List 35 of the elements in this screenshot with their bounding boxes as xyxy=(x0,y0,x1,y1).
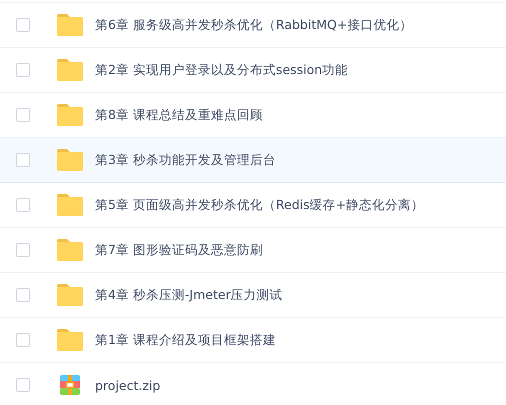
checkbox[interactable] xyxy=(16,288,30,302)
checkbox[interactable] xyxy=(16,153,30,167)
file-name[interactable]: project.zip xyxy=(95,378,160,392)
folder-icon xyxy=(57,239,83,261)
file-name[interactable]: 第8章 课程总结及重难点回顾 xyxy=(95,106,263,124)
checkbox[interactable] xyxy=(16,63,30,77)
file-row[interactable]: project.zip xyxy=(0,363,506,405)
folder-icon xyxy=(57,329,83,351)
file-row[interactable]: 第2章 实现用户登录以及分布式session功能 xyxy=(0,48,506,93)
file-row[interactable]: 第7章 图形验证码及恶意防刷 xyxy=(0,228,506,273)
checkbox[interactable] xyxy=(16,243,30,257)
file-name[interactable]: 第1章 课程介绍及项目框架搭建 xyxy=(95,332,276,348)
file-row[interactable]: 第5章 页面级高并发秒杀优化（Redis缓存+静态化分离） xyxy=(0,183,506,228)
checkbox[interactable] xyxy=(16,198,30,212)
folder-icon xyxy=(57,14,83,36)
folder-icon xyxy=(57,284,83,306)
file-name[interactable]: 第3章 秒杀功能开发及管理后台 xyxy=(95,152,276,168)
file-name[interactable]: 第2章 实现用户登录以及分布式session功能 xyxy=(95,62,348,78)
checkbox[interactable] xyxy=(16,108,30,122)
file-row[interactable]: 第4章 秒杀压测-Jmeter压力测试 xyxy=(0,273,506,318)
checkbox[interactable] xyxy=(16,378,30,392)
folder-icon xyxy=(57,104,83,126)
file-name[interactable]: 第7章 图形验证码及恶意防刷 xyxy=(95,242,263,258)
folder-icon xyxy=(57,149,83,171)
archive-icon xyxy=(60,375,80,395)
file-row[interactable]: 第1章 课程介绍及项目框架搭建 xyxy=(0,318,506,363)
file-name[interactable]: 第5章 页面级高并发秒杀优化（Redis缓存+静态化分离） xyxy=(95,196,424,214)
file-row[interactable]: 第6章 服务级高并发秒杀优化（RabbitMQ+接口优化） xyxy=(0,3,506,48)
file-name[interactable]: 第6章 服务级高并发秒杀优化（RabbitMQ+接口优化） xyxy=(95,16,412,34)
folder-icon xyxy=(57,194,83,216)
file-row[interactable]: 第3章 秒杀功能开发及管理后台 xyxy=(0,138,506,183)
checkbox[interactable] xyxy=(16,333,30,347)
checkbox[interactable] xyxy=(16,18,30,32)
folder-icon xyxy=(57,59,83,81)
file-name[interactable]: 第4章 秒杀压测-Jmeter压力测试 xyxy=(95,286,283,304)
